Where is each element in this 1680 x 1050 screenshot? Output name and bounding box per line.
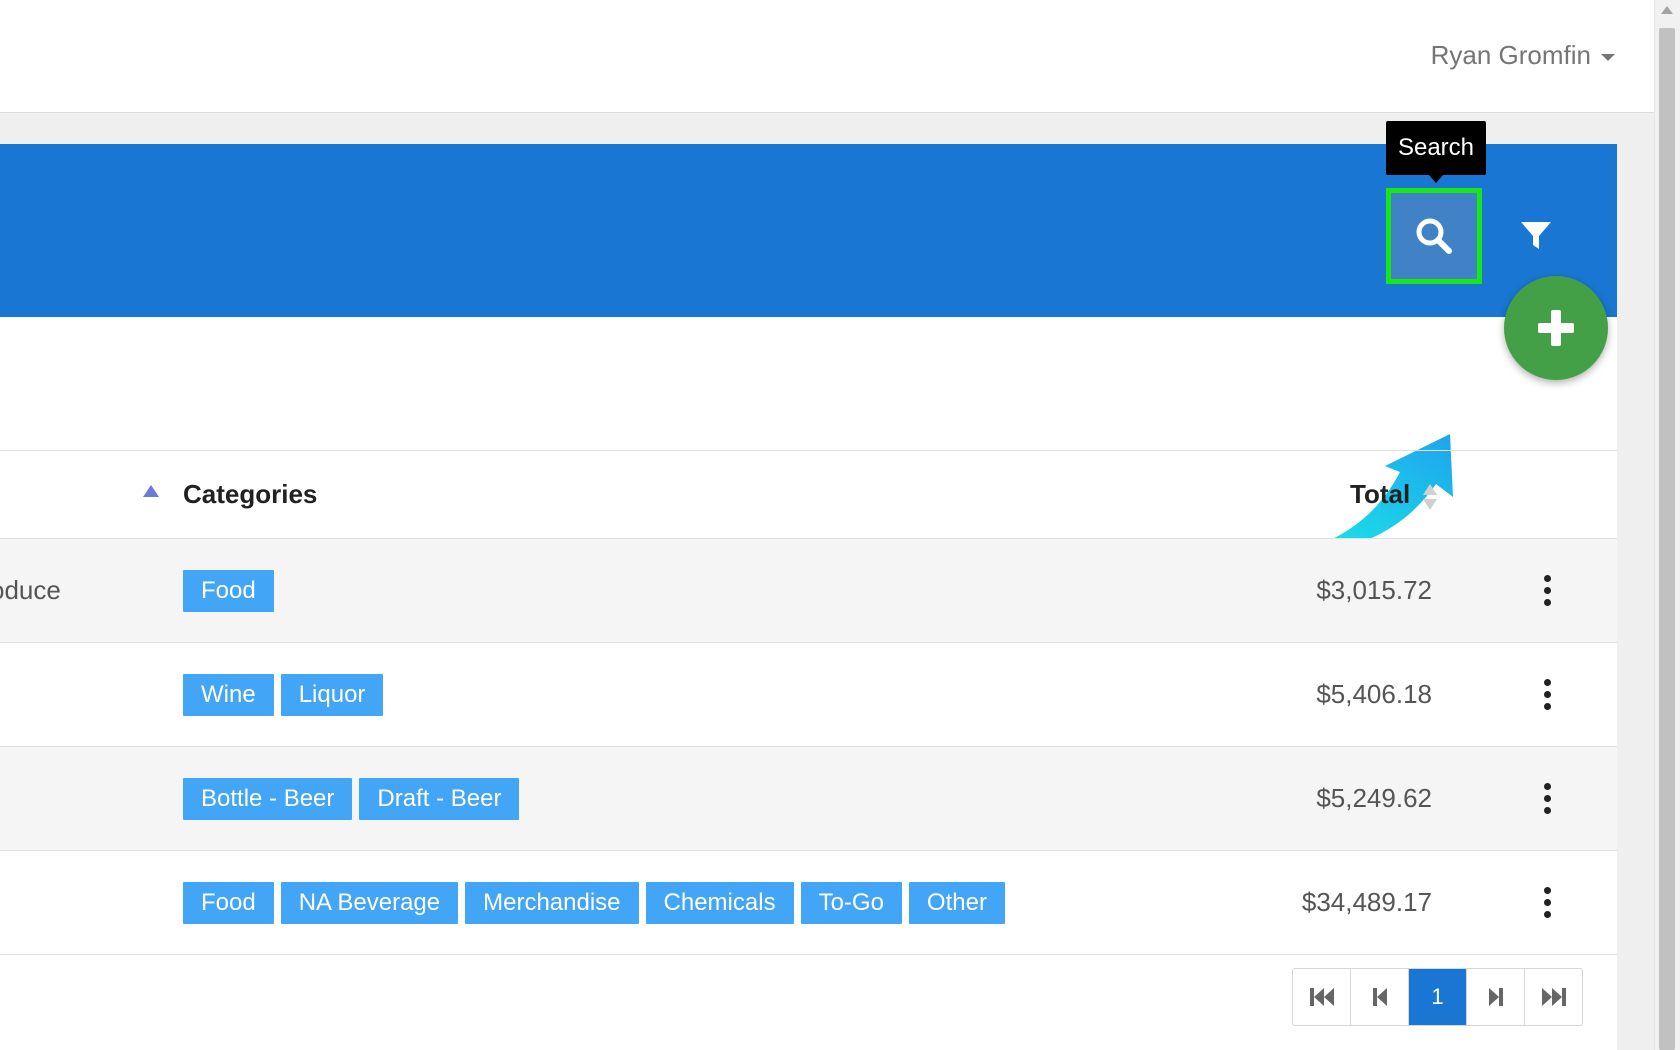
sort-ascending-icon[interactable] xyxy=(143,485,159,497)
column-categories[interactable]: Categories xyxy=(183,451,317,538)
category-tag[interactable]: To-Go xyxy=(800,881,902,924)
kebab-dot xyxy=(1543,703,1551,710)
plus-icon xyxy=(1538,310,1574,346)
last-page-icon xyxy=(1541,988,1566,1006)
previous-page-icon xyxy=(1372,988,1387,1006)
add-button[interactable] xyxy=(1504,276,1608,380)
filter-icon xyxy=(1521,222,1551,249)
next-page-icon xyxy=(1488,988,1503,1006)
category-tags: Wine Liquor xyxy=(183,643,384,746)
page-1-button[interactable]: 1 xyxy=(1409,969,1467,1025)
category-tags: Food xyxy=(183,539,274,642)
kebab-dot xyxy=(1543,679,1551,686)
category-tag[interactable]: Merchandise xyxy=(465,881,639,924)
kebab-dot xyxy=(1543,587,1551,594)
table-row[interactable]: Food NA Beverage Merchandise Chemicals To-Go… xyxy=(0,851,1617,955)
last-page-button[interactable] xyxy=(1525,969,1582,1025)
table-row[interactable]: Wine Liquor $5,406.18 xyxy=(0,643,1617,747)
category-tag[interactable]: Other xyxy=(908,881,1005,924)
user-menu[interactable]: Ryan Gromfin xyxy=(1431,40,1615,71)
kebab-dot xyxy=(1543,575,1551,582)
category-tag[interactable]: NA Beverage xyxy=(280,881,459,924)
column-total[interactable]: Total xyxy=(1350,451,1410,538)
vendor-name: oduce xyxy=(0,575,61,605)
category-tags: Bottle - Beer Draft - Beer xyxy=(183,747,520,850)
scroll-up-arrow-icon[interactable] xyxy=(1661,6,1673,14)
vertical-scrollbar[interactable] xyxy=(1654,0,1680,1050)
kebab-dot xyxy=(1543,899,1551,906)
sort-icon[interactable] xyxy=(1422,483,1438,511)
caret-down-icon xyxy=(1601,54,1615,61)
next-page-button[interactable] xyxy=(1467,969,1525,1025)
kebab-dot xyxy=(1543,795,1551,802)
category-tags: Food NA Beverage Merchandise Chemicals To-Go… xyxy=(183,851,1005,954)
kebab-dot xyxy=(1543,807,1551,814)
more-options-icon[interactable] xyxy=(1532,851,1562,954)
category-tag[interactable]: Bottle - Beer xyxy=(183,777,353,820)
kebab-dot xyxy=(1543,783,1551,790)
category-tag[interactable]: Draft - Beer xyxy=(359,777,520,820)
table-row[interactable]: oduce Food $3,015.72 xyxy=(0,539,1617,643)
more-options-icon[interactable] xyxy=(1532,643,1562,746)
row-total: $3,015.72 xyxy=(1316,575,1432,605)
category-tag[interactable]: Liquor xyxy=(280,673,384,716)
category-tag[interactable]: Wine xyxy=(183,673,274,716)
kebab-dot xyxy=(1543,599,1551,606)
kebab-dot xyxy=(1543,911,1551,918)
more-options-icon[interactable] xyxy=(1532,539,1562,642)
search-icon xyxy=(1416,218,1452,254)
search-button[interactable] xyxy=(1386,188,1482,284)
search-tooltip: Search xyxy=(1386,121,1486,183)
card-header: Search xyxy=(0,121,1617,317)
kebab-dot xyxy=(1543,887,1551,894)
first-page-button[interactable] xyxy=(1293,969,1351,1025)
category-tag[interactable]: Food xyxy=(183,569,274,612)
row-total: $5,406.18 xyxy=(1316,679,1432,709)
previous-page-button[interactable] xyxy=(1351,969,1409,1025)
table-row[interactable]: Bottle - Beer Draft - Beer $5,249.62 xyxy=(0,747,1617,851)
first-page-icon xyxy=(1309,988,1334,1006)
row-total: $34,489.17 xyxy=(1301,887,1432,917)
row-total: $5,249.62 xyxy=(1316,783,1432,813)
vendors-card: Search Categories Total duce Food $3,015… xyxy=(0,121,1617,1050)
filter-button[interactable] xyxy=(1488,188,1584,284)
top-bar: Ryan Gromfin xyxy=(0,0,1655,113)
user-name: Ryan Gromfin xyxy=(1430,40,1591,70)
category-tag[interactable]: Food xyxy=(183,881,274,924)
table-header: Categories Total xyxy=(0,451,1617,539)
kebab-dot xyxy=(1543,691,1551,698)
pagination: 1 xyxy=(1292,968,1583,1026)
more-options-icon[interactable] xyxy=(1532,747,1562,850)
vendors-table: Categories Total oduce Food $3,015.72 WineL… xyxy=(0,450,1617,955)
category-tag[interactable]: Chemicals xyxy=(645,881,794,924)
scrollbar-thumb[interactable] xyxy=(1659,28,1675,1050)
